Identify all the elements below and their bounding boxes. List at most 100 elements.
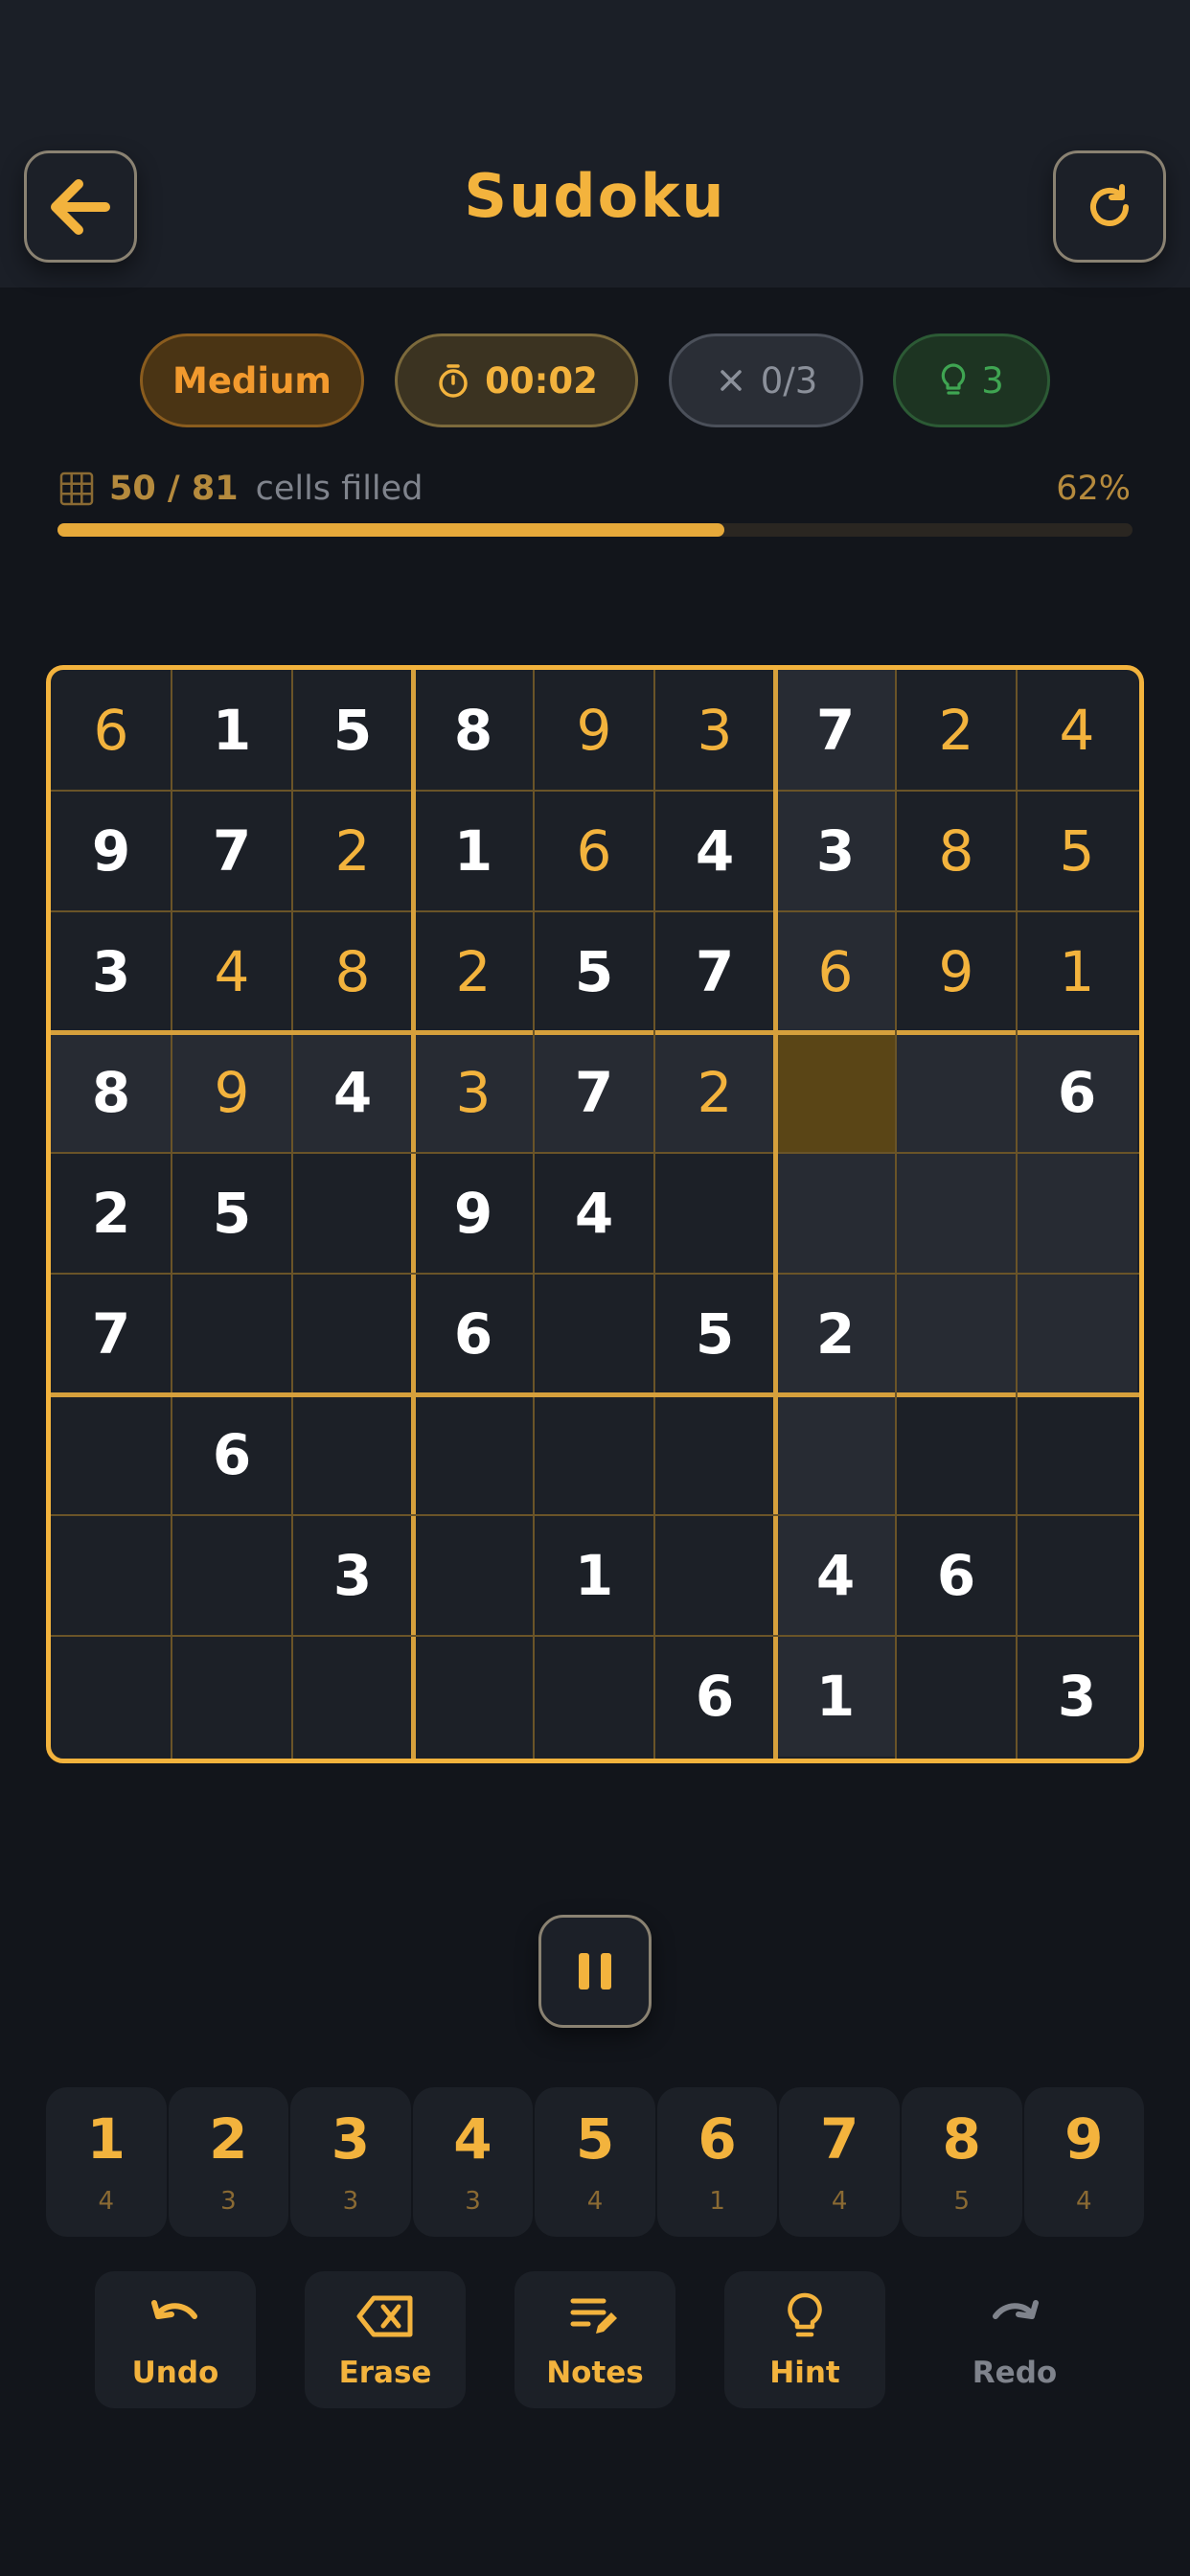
board-cell[interactable]: 7	[172, 791, 292, 911]
board-cell[interactable]: 6	[51, 670, 172, 791]
board-cell[interactable]	[172, 1636, 292, 1757]
board-cell[interactable]	[51, 1394, 172, 1515]
board-cell[interactable]	[654, 1153, 775, 1274]
board-cell[interactable]: 6	[654, 1636, 775, 1757]
board-cell[interactable]: 4	[1017, 670, 1137, 791]
board-cell[interactable]: 2	[51, 1153, 172, 1274]
board-cell[interactable]	[292, 1636, 413, 1757]
board-cell[interactable]	[775, 1153, 896, 1274]
erase-button[interactable]: Erase	[305, 2271, 466, 2408]
board-cell[interactable]: 6	[534, 791, 654, 911]
board-cell[interactable]: 2	[896, 670, 1017, 791]
number-key-8[interactable]: 85	[901, 2087, 1022, 2237]
board-cell[interactable]: 9	[172, 1032, 292, 1153]
board-cell[interactable]: 3	[1017, 1636, 1137, 1757]
board-cell[interactable]: 5	[654, 1274, 775, 1394]
board-cell[interactable]: 8	[292, 911, 413, 1032]
board-cell[interactable]: 4	[775, 1515, 896, 1636]
board-cell[interactable]: 3	[292, 1515, 413, 1636]
board-cell[interactable]	[534, 1274, 654, 1394]
board-cell[interactable]: 7	[534, 1032, 654, 1153]
board-cell[interactable]	[1017, 1274, 1137, 1394]
board-cell[interactable]: 5	[172, 1153, 292, 1274]
board-cell[interactable]: 1	[413, 791, 534, 911]
board-cell[interactable]: 5	[534, 911, 654, 1032]
number-key-7[interactable]: 74	[779, 2087, 900, 2237]
board-cell[interactable]: 2	[413, 911, 534, 1032]
number-key-4[interactable]: 43	[412, 2087, 534, 2237]
board-cell[interactable]	[172, 1274, 292, 1394]
redo-label: Redo	[972, 2356, 1058, 2390]
pause-button[interactable]	[538, 1915, 652, 2028]
number-key-2[interactable]: 23	[168, 2087, 289, 2237]
board-cell[interactable]	[1017, 1394, 1137, 1515]
board-cell[interactable]	[896, 1274, 1017, 1394]
board-cell[interactable]: 8	[51, 1032, 172, 1153]
board-cell[interactable]: 3	[51, 911, 172, 1032]
board-cell[interactable]	[896, 1153, 1017, 1274]
board-cell[interactable]: 6	[1017, 1032, 1137, 1153]
board-cell[interactable]	[896, 1636, 1017, 1757]
board-cell[interactable]	[413, 1636, 534, 1757]
erase-label: Erase	[338, 2356, 432, 2390]
board-cell[interactable]	[292, 1394, 413, 1515]
board-cell[interactable]	[654, 1394, 775, 1515]
board-cell[interactable]: 6	[775, 911, 896, 1032]
redo-button[interactable]: Redo	[934, 2271, 1095, 2408]
board-cell[interactable]	[413, 1515, 534, 1636]
board-cell[interactable]	[292, 1274, 413, 1394]
number-key-1[interactable]: 14	[46, 2087, 167, 2237]
hint-button[interactable]: Hint	[724, 2271, 885, 2408]
board-cell[interactable]: 5	[292, 670, 413, 791]
board-cell[interactable]: 9	[51, 791, 172, 911]
notes-button[interactable]: Notes	[515, 2271, 675, 2408]
board-cell[interactable]: 9	[413, 1153, 534, 1274]
board-cell[interactable]: 7	[775, 670, 896, 791]
board-cell[interactable]: 6	[896, 1515, 1017, 1636]
board-cell[interactable]	[654, 1515, 775, 1636]
board-cell[interactable]: 3	[654, 670, 775, 791]
board-cell[interactable]	[51, 1636, 172, 1757]
board-cell[interactable]: 9	[534, 670, 654, 791]
board-cell[interactable]: 1	[534, 1515, 654, 1636]
board-cell[interactable]	[413, 1394, 534, 1515]
board-cell[interactable]: 1	[775, 1636, 896, 1757]
board-cell[interactable]: 2	[654, 1032, 775, 1153]
number-key-3[interactable]: 33	[290, 2087, 411, 2237]
board-cell[interactable]: 7	[51, 1274, 172, 1394]
number-key-6[interactable]: 61	[656, 2087, 778, 2237]
board-cell[interactable]: 1	[1017, 911, 1137, 1032]
board-cell[interactable]	[172, 1515, 292, 1636]
board-cell[interactable]: 8	[896, 791, 1017, 911]
board-cell[interactable]	[1017, 1153, 1137, 1274]
board-cell[interactable]: 3	[413, 1032, 534, 1153]
board-cell[interactable]: 6	[413, 1274, 534, 1394]
board-cell[interactable]: 4	[534, 1153, 654, 1274]
board-cell[interactable]: 4	[654, 791, 775, 911]
board-cell[interactable]	[534, 1394, 654, 1515]
board-cell[interactable]	[534, 1636, 654, 1757]
board-cell[interactable]	[775, 1032, 896, 1153]
number-key-9[interactable]: 94	[1023, 2087, 1145, 2237]
board-cell[interactable]	[1017, 1515, 1137, 1636]
board-cell[interactable]: 6	[172, 1394, 292, 1515]
restart-button[interactable]	[1053, 150, 1166, 263]
board-cell[interactable]: 5	[1017, 791, 1137, 911]
board-cell[interactable]	[896, 1394, 1017, 1515]
board-cell[interactable]	[775, 1394, 896, 1515]
board-cell[interactable]: 2	[292, 791, 413, 911]
board-cell[interactable]: 1	[172, 670, 292, 791]
board-cell[interactable]: 4	[292, 1032, 413, 1153]
number-key-5[interactable]: 54	[535, 2087, 655, 2237]
board-cell[interactable]: 3	[775, 791, 896, 911]
board-cell[interactable]: 2	[775, 1274, 896, 1394]
board-cell[interactable]	[896, 1032, 1017, 1153]
grid-line-horizontal	[51, 1514, 1139, 1516]
undo-button[interactable]: Undo	[95, 2271, 256, 2408]
board-cell[interactable]: 9	[896, 911, 1017, 1032]
board-cell[interactable]: 4	[172, 911, 292, 1032]
board-cell[interactable]	[292, 1153, 413, 1274]
board-cell[interactable]: 8	[413, 670, 534, 791]
board-cell[interactable]: 7	[654, 911, 775, 1032]
board-cell[interactable]	[51, 1515, 172, 1636]
